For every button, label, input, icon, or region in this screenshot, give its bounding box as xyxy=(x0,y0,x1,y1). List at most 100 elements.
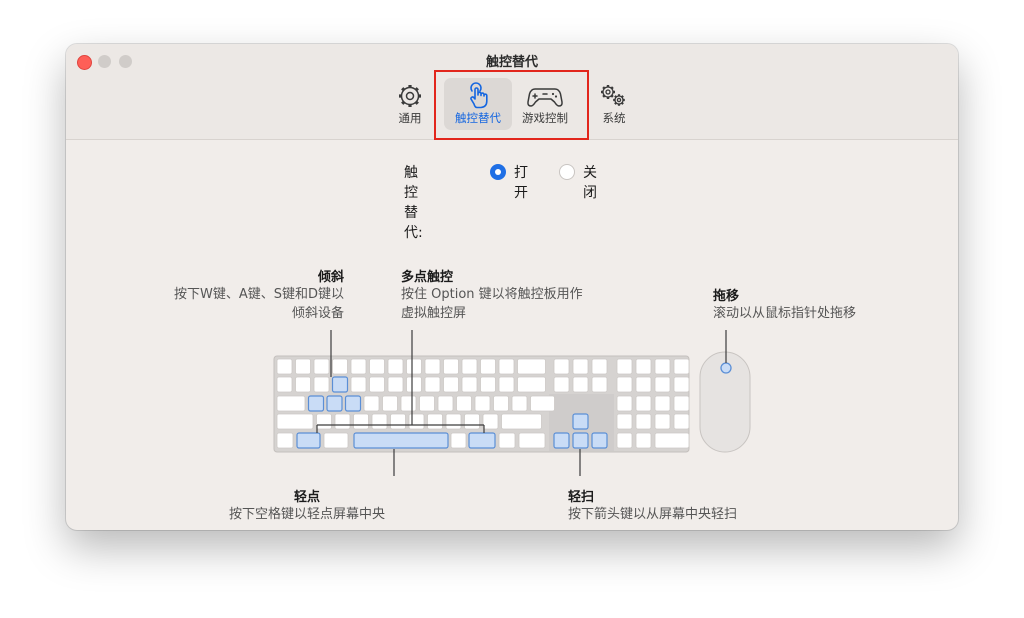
tab-system[interactable]: 系统 xyxy=(595,78,633,130)
keyboard-key xyxy=(424,376,441,393)
keyboard-key xyxy=(635,376,652,393)
keyboard-key xyxy=(437,395,454,412)
key-arrow-left xyxy=(553,432,570,449)
keyboard-key xyxy=(313,358,330,375)
keyboard-key xyxy=(517,376,546,393)
keyboard-key xyxy=(334,413,351,430)
keyboard-key xyxy=(461,358,478,375)
gear-icon xyxy=(392,82,428,110)
keyboard-key xyxy=(406,376,422,393)
keyboard-key xyxy=(480,358,496,375)
window-title: 触控替代 xyxy=(485,55,538,70)
keyboard-key xyxy=(369,358,385,375)
keyboard-key xyxy=(616,413,633,430)
keyboard-key xyxy=(445,413,462,430)
keyboard-key xyxy=(276,413,314,430)
keyboard-key xyxy=(654,358,671,375)
keyboard-key xyxy=(369,376,385,393)
content-area: 触控替代: 打开 关闭 倾斜 按下W键、A键、S键和D键以 倾斜设备 多点触控 … xyxy=(66,140,958,530)
annotation-highlight-box xyxy=(434,70,589,140)
key-s xyxy=(326,395,343,412)
tab-general[interactable]: 通用 xyxy=(392,78,428,130)
keyboard-key xyxy=(673,358,690,375)
keyboard-key xyxy=(474,395,491,412)
keyboard-key xyxy=(591,358,608,375)
keyboard-key xyxy=(353,413,369,430)
keyboard-key xyxy=(635,432,652,449)
key-d xyxy=(344,395,362,412)
keyboard-key xyxy=(517,358,546,375)
keyboard-key xyxy=(616,395,633,412)
keyboard-key xyxy=(350,376,367,393)
keyboard-key xyxy=(408,413,425,430)
keyboard-key xyxy=(371,413,388,430)
keyboard-key xyxy=(493,395,509,412)
gears-icon xyxy=(595,82,633,110)
keyboard-key xyxy=(654,376,671,393)
keyboard-key xyxy=(553,358,570,375)
keyboard-key xyxy=(616,432,633,449)
keyboard-key xyxy=(350,358,367,375)
keyboard-key xyxy=(276,376,293,393)
keyboard-key xyxy=(654,395,671,412)
keyboard-key xyxy=(530,395,555,412)
keyboard-key xyxy=(501,413,542,430)
keyboard-key xyxy=(498,376,515,393)
keyboard-key xyxy=(427,413,443,430)
keyboard-key xyxy=(276,432,294,449)
keyboard-key xyxy=(313,376,330,393)
keyboard-key xyxy=(363,395,380,412)
settings-window: 触控替代 通用 触控替代 游戏控制 系统 触控替代: 打开 关闭 倾斜 按下W键… xyxy=(66,44,958,530)
keyboard-key xyxy=(498,432,516,449)
keyboard-key xyxy=(323,432,349,449)
keyboard-key xyxy=(553,376,570,393)
keyboard-key xyxy=(295,358,311,375)
key-arrow-down xyxy=(572,432,589,449)
keyboard-key xyxy=(572,358,589,375)
keyboard-key xyxy=(572,376,589,393)
keyboard-key xyxy=(387,376,404,393)
keyboard-key xyxy=(316,413,332,430)
key-arrow-right xyxy=(591,432,608,449)
keyboard-key xyxy=(387,358,404,375)
keyboard-key xyxy=(518,432,546,449)
keyboard-key xyxy=(419,395,435,412)
key-a xyxy=(307,395,325,412)
keyboard-key xyxy=(673,413,690,430)
keyboard-key xyxy=(480,376,496,393)
keyboard-key xyxy=(635,395,652,412)
keyboard-key xyxy=(382,395,398,412)
keyboard-key xyxy=(673,376,690,393)
keyboard-key xyxy=(424,358,441,375)
keyboard-key xyxy=(591,376,608,393)
key-option-left xyxy=(296,432,321,449)
key-option-right xyxy=(468,432,496,449)
keyboard-key xyxy=(443,376,459,393)
key-space xyxy=(353,432,449,449)
keyboard-key xyxy=(498,358,515,375)
keyboard-key xyxy=(295,376,311,393)
keyboard-key xyxy=(464,413,480,430)
keyboard-key xyxy=(654,413,671,430)
keyboard-key xyxy=(673,395,690,412)
mouse-pointer-dot xyxy=(720,362,732,374)
keyboard-key xyxy=(616,358,633,375)
keyboard-key xyxy=(332,358,348,375)
keyboard-key xyxy=(450,432,467,449)
keyboard-key xyxy=(511,395,528,412)
keyboard-key xyxy=(456,395,472,412)
tab-label: 系统 xyxy=(602,111,626,125)
key-arrow-up xyxy=(572,413,589,430)
keyboard-key xyxy=(443,358,459,375)
key-w xyxy=(331,376,349,393)
keyboard-key xyxy=(482,413,499,430)
keyboard-key xyxy=(276,395,306,412)
keyboard-key xyxy=(461,376,478,393)
keyboard-key xyxy=(390,413,406,430)
keyboard-key xyxy=(406,358,422,375)
keyboard-key xyxy=(400,395,417,412)
tab-label: 通用 xyxy=(398,111,422,125)
keyboard-key xyxy=(654,432,690,449)
keyboard-key xyxy=(276,358,293,375)
keyboard-key xyxy=(635,358,652,375)
